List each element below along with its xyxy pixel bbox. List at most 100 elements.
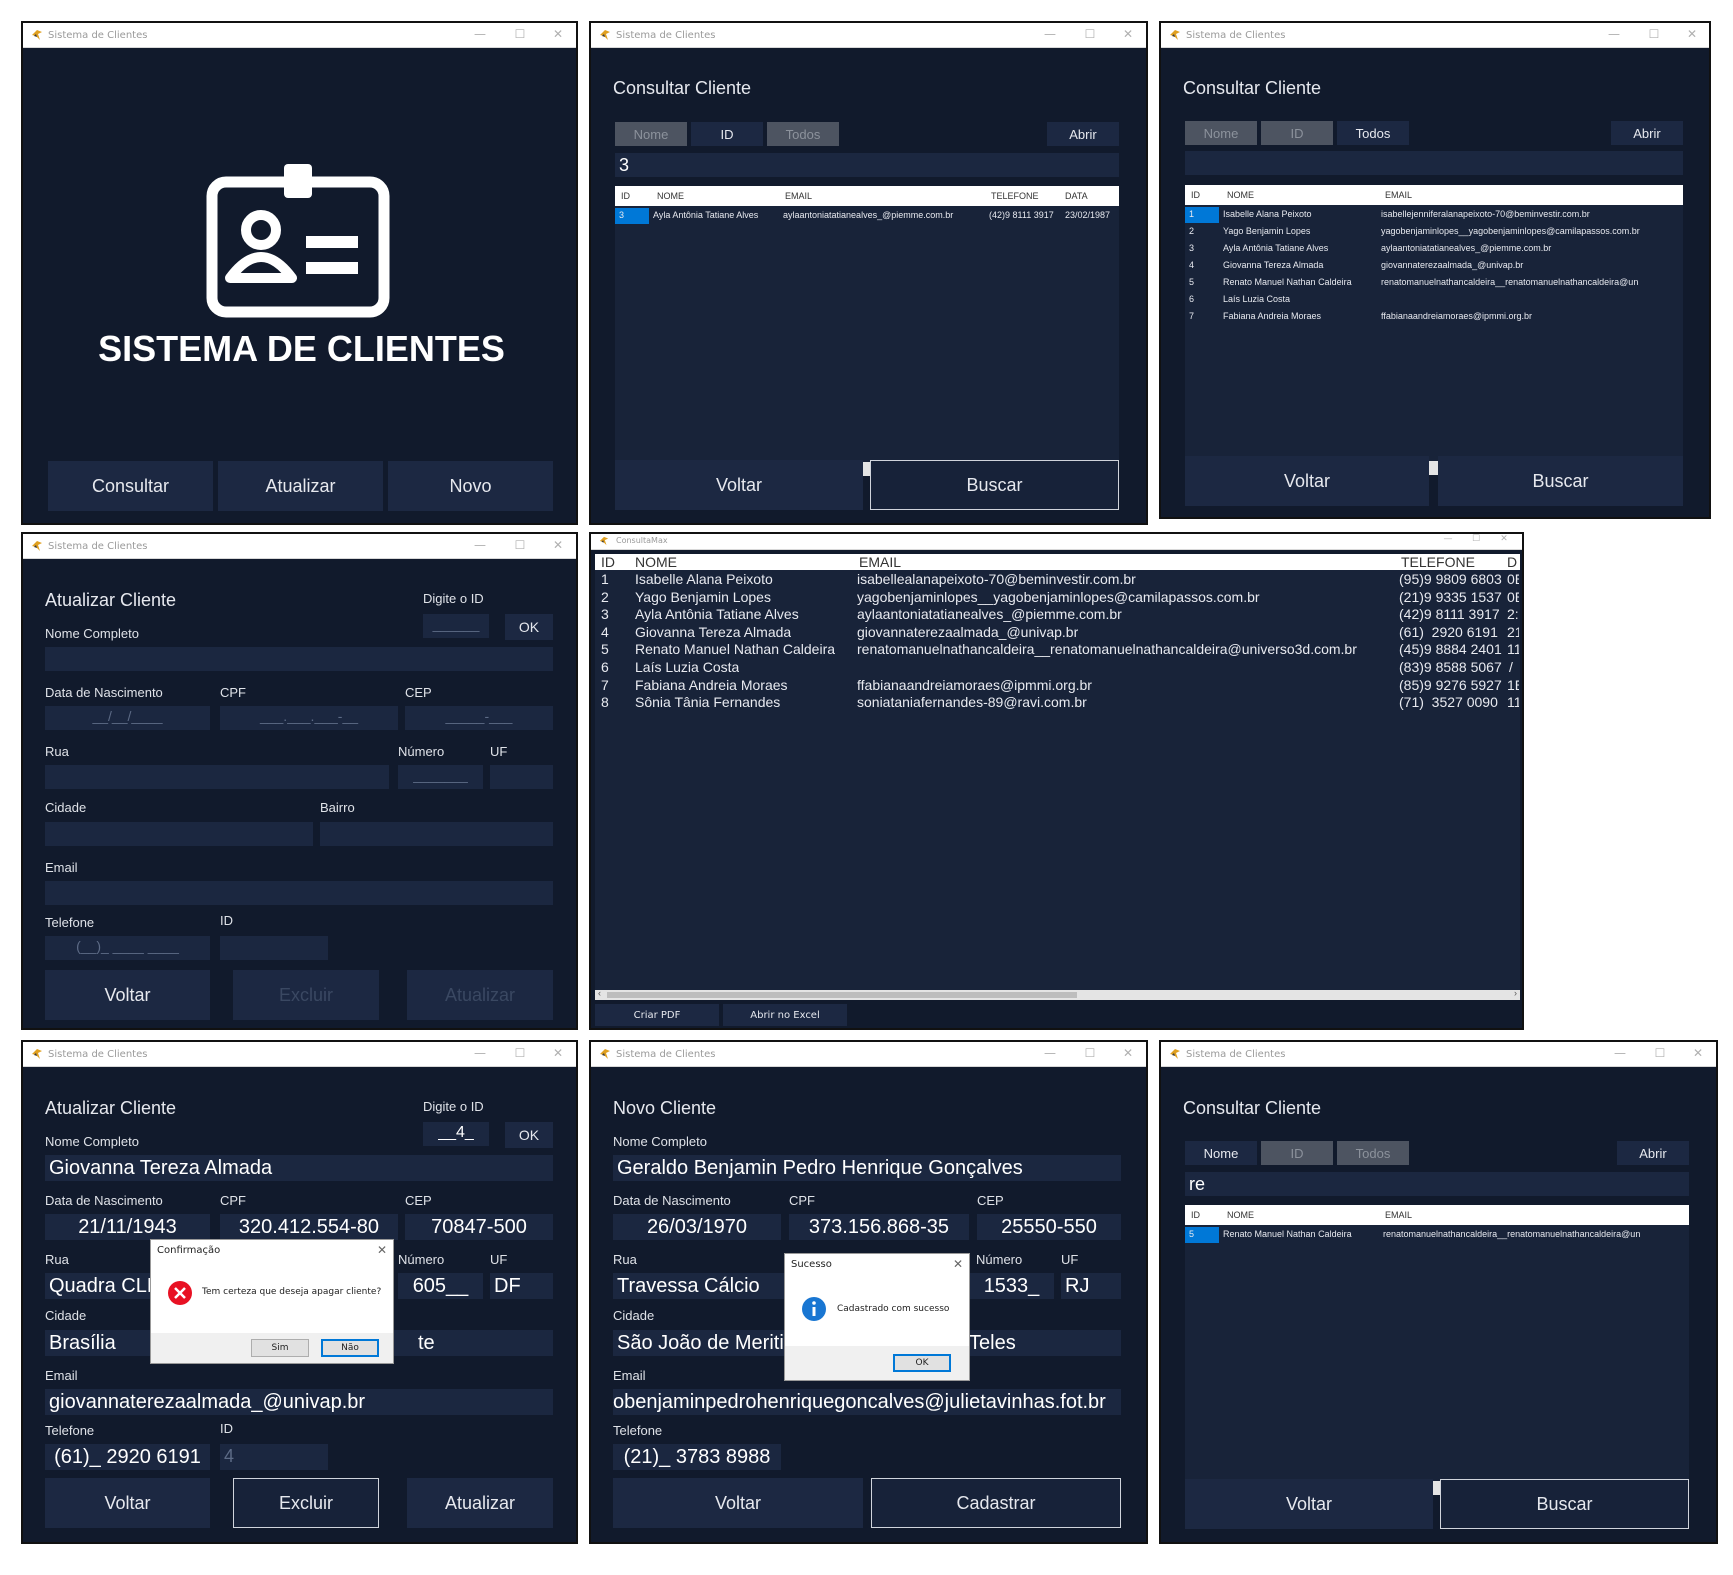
col-data[interactable]: D xyxy=(1507,554,1517,570)
col-email[interactable]: EMAIL xyxy=(1385,190,1412,200)
scroll-left-icon[interactable]: ‹ xyxy=(598,988,601,998)
email-input[interactable]: giovannaterezaalmada_@univap.br xyxy=(45,1389,553,1415)
table-row[interactable]: 6 Laís Luzia Costa (83)9 8588 5067 / xyxy=(595,659,1520,677)
table-row[interactable]: 7 Fabiana Andreia Moraes ffabianaandreia… xyxy=(1185,309,1683,325)
minimize-icon[interactable]: — xyxy=(1043,1046,1057,1060)
ok-button[interactable]: OK xyxy=(893,1354,951,1372)
close-icon[interactable]: ✕ xyxy=(551,27,565,41)
numero-input[interactable]: 1533_ xyxy=(969,1273,1054,1299)
col-telefone[interactable]: TELEFONE xyxy=(991,191,1039,201)
col-id[interactable]: ID xyxy=(1191,190,1200,200)
nome-input[interactable]: Giovanna Tereza Almada xyxy=(45,1155,553,1181)
nascimento-input[interactable]: 21/11/1943 xyxy=(45,1214,210,1240)
table-row[interactable]: 7 Fabiana Andreia Moraes ffabianaandreia… xyxy=(595,677,1520,695)
col-nome[interactable]: NOME xyxy=(1227,1210,1254,1220)
col-nome[interactable]: NOME xyxy=(1227,190,1254,200)
close-icon[interactable]: ✕ xyxy=(1497,534,1511,544)
table-row[interactable]: 1 Isabelle Alana Peixoto isabellejennife… xyxy=(1185,207,1683,223)
col-id[interactable]: ID xyxy=(621,191,630,201)
tab-id[interactable]: ID xyxy=(1261,121,1333,145)
table-row[interactable]: 3 Ayla Antônia Tatiane Alves aylaantonia… xyxy=(595,606,1520,624)
nao-button[interactable]: Não xyxy=(321,1339,379,1357)
col-data[interactable]: DATA xyxy=(1065,191,1088,201)
table-row[interactable]: 6 Laís Luzia Costa xyxy=(1185,292,1683,308)
maximize-icon[interactable]: ☐ xyxy=(1083,27,1097,41)
col-email[interactable]: EMAIL xyxy=(859,554,901,570)
telefone-input[interactable]: (__)_ ____ ____ xyxy=(45,936,210,960)
tab-id[interactable]: ID xyxy=(691,122,763,146)
minimize-icon[interactable]: — xyxy=(473,538,487,552)
cpf-input[interactable]: 320.412.554-80 xyxy=(220,1214,398,1240)
table-row[interactable]: 3 Ayla Antônia Tatiane Alves aylaantonia… xyxy=(615,208,1119,224)
cidade-input[interactable] xyxy=(45,822,313,846)
cep-input[interactable]: 25550-550 xyxy=(977,1214,1121,1240)
criar-pdf-button[interactable]: Criar PDF xyxy=(595,1004,719,1026)
maximize-icon[interactable]: ☐ xyxy=(1083,1046,1097,1060)
cep-input[interactable]: _____-___ xyxy=(405,706,553,730)
col-nome[interactable]: NOME xyxy=(635,554,677,570)
minimize-icon[interactable]: — xyxy=(473,1046,487,1060)
tab-todos[interactable]: Todos xyxy=(767,122,839,146)
excluir-button[interactable]: Excluir xyxy=(233,970,379,1020)
col-email[interactable]: EMAIL xyxy=(785,191,812,201)
ok-button[interactable]: OK xyxy=(505,1122,553,1148)
numero-input[interactable]: _______ xyxy=(398,765,483,789)
bairro-input[interactable] xyxy=(320,822,553,846)
cpf-input[interactable]: 373.156.868-35 xyxy=(789,1214,969,1240)
tab-todos[interactable]: Todos xyxy=(1337,1141,1409,1165)
minimize-icon[interactable]: — xyxy=(1441,534,1455,544)
search-input[interactable]: 3 xyxy=(615,153,1119,177)
maximize-icon[interactable]: ☐ xyxy=(1653,1046,1667,1060)
dialog-close-icon[interactable]: ✕ xyxy=(953,1257,963,1271)
telefone-input[interactable]: (21)_ 3783 8988 xyxy=(613,1444,781,1470)
tab-nome[interactable]: Nome xyxy=(615,122,687,146)
minimize-icon[interactable]: — xyxy=(1043,27,1057,41)
table-row[interactable]: 4 Giovanna Tereza Almada giovannaterezaa… xyxy=(1185,258,1683,274)
nome-input[interactable] xyxy=(45,647,553,671)
maximize-icon[interactable]: ☐ xyxy=(1469,534,1483,544)
excluir-button[interactable]: Excluir xyxy=(233,1478,379,1528)
voltar-button[interactable]: Voltar xyxy=(45,970,210,1020)
search-input[interactable]: re xyxy=(1185,1172,1689,1196)
horizontal-scrollbar[interactable]: ‹ › xyxy=(595,988,1520,1000)
maximize-icon[interactable]: ☐ xyxy=(1647,27,1661,41)
table-row[interactable]: 4 Giovanna Tereza Almada giovannaterezaa… xyxy=(595,624,1520,642)
dialog-close-icon[interactable]: ✕ xyxy=(377,1243,387,1257)
nascimento-input[interactable]: __/__/____ xyxy=(45,706,210,730)
voltar-button[interactable]: Voltar xyxy=(615,460,863,510)
close-icon[interactable]: ✕ xyxy=(1691,1046,1705,1060)
voltar-button[interactable]: Voltar xyxy=(1185,456,1429,506)
col-telefone[interactable]: TELEFONE xyxy=(1401,554,1475,570)
table-row[interactable]: 5 Renato Manuel Nathan Caldeira renatoma… xyxy=(1185,275,1683,291)
nascimento-input[interactable]: 26/03/1970 xyxy=(613,1214,781,1240)
uf-input[interactable] xyxy=(490,765,553,789)
bairro-input[interactable]: Teles xyxy=(961,1330,1121,1356)
novo-button[interactable]: Novo xyxy=(388,461,553,511)
close-icon[interactable]: ✕ xyxy=(1685,27,1699,41)
table-row[interactable]: 1 Isabelle Alana Peixoto isabellealanape… xyxy=(595,571,1520,589)
col-id[interactable]: ID xyxy=(601,554,615,570)
minimize-icon[interactable]: — xyxy=(1613,1046,1627,1060)
abrir-button[interactable]: Abrir xyxy=(1047,122,1119,146)
abrir-button[interactable]: Abrir xyxy=(1617,1141,1689,1165)
atualizar-button[interactable]: Atualizar xyxy=(218,461,383,511)
close-icon[interactable]: ✕ xyxy=(1121,1046,1135,1060)
maximize-icon[interactable]: ☐ xyxy=(513,27,527,41)
col-email[interactable]: EMAIL xyxy=(1385,1210,1412,1220)
telefone-input[interactable]: (61)_ 2920 6191 xyxy=(45,1444,210,1470)
id-search-input[interactable]: __4_ xyxy=(423,1122,489,1146)
tab-todos[interactable]: Todos xyxy=(1337,121,1409,145)
search-input[interactable] xyxy=(1185,151,1683,175)
atualizar-button[interactable]: Atualizar xyxy=(407,1478,553,1528)
table-row[interactable]: 8 Sônia Tânia Fernandes soniataniafernan… xyxy=(595,694,1520,712)
maximize-icon[interactable]: ☐ xyxy=(513,538,527,552)
sim-button[interactable]: Sim xyxy=(251,1339,309,1357)
minimize-icon[interactable]: — xyxy=(473,27,487,41)
numero-input[interactable]: 605__ xyxy=(398,1273,483,1299)
tab-nome[interactable]: Nome xyxy=(1185,1141,1257,1165)
cep-input[interactable]: 70847-500 xyxy=(405,1214,553,1240)
id-search-input[interactable]: ______ xyxy=(423,614,489,638)
buscar-button[interactable]: Buscar xyxy=(1440,1479,1689,1529)
buscar-button[interactable]: Buscar xyxy=(1438,456,1683,506)
email-input[interactable]: obenjaminpedrohenriquegoncalves@julietav… xyxy=(613,1389,1121,1415)
